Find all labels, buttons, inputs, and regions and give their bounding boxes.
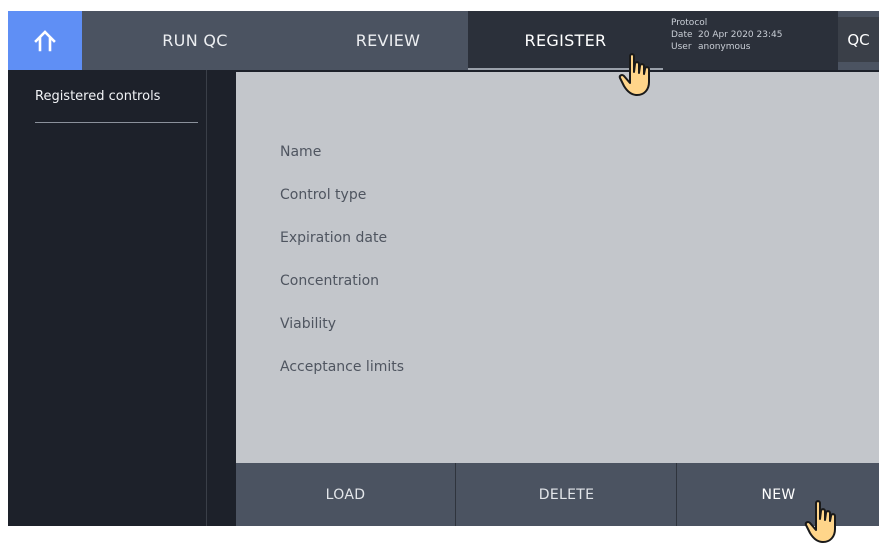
tab-run-qc[interactable]: RUN QC — [82, 11, 308, 70]
home-icon — [34, 29, 56, 51]
load-button[interactable]: LOAD — [236, 463, 455, 526]
sidebar: Registered controls — [8, 70, 206, 526]
sidebar-border — [206, 70, 207, 526]
delete-button[interactable]: DELETE — [455, 463, 677, 526]
sidebar-title: Registered controls — [35, 89, 161, 104]
user-label: User — [671, 42, 692, 52]
date-value: 20 Apr 2020 23:45 — [698, 30, 783, 40]
top-navigation-bar: RUN QC REVIEW REGISTER Protocol Date 20 … — [8, 11, 879, 70]
sidebar-divider — [35, 122, 198, 123]
tab-register[interactable]: REGISTER — [468, 11, 663, 70]
control-details-panel: Name Control type Expiration date Concen… — [236, 72, 879, 463]
protocol-label: Protocol — [671, 18, 708, 28]
protocol-info-panel: Protocol Date 20 Apr 2020 23:45 User ano… — [663, 11, 838, 70]
app-window: RUN QC REVIEW REGISTER Protocol Date 20 … — [8, 11, 879, 526]
date-label: Date — [671, 30, 693, 40]
action-bar: LOAD DELETE NEW — [236, 463, 879, 526]
field-label-control-type: Control type — [280, 187, 367, 203]
home-button[interactable] — [8, 11, 82, 70]
field-label-viability: Viability — [280, 316, 337, 332]
field-label-acceptance-limits: Acceptance limits — [280, 359, 405, 375]
field-label-name: Name — [280, 144, 322, 160]
field-label-concentration: Concentration — [280, 273, 380, 289]
new-button[interactable]: NEW — [676, 463, 879, 526]
qc-mode-button[interactable]: QC — [838, 17, 879, 62]
field-label-expiration-date: Expiration date — [280, 230, 388, 246]
tab-review[interactable]: REVIEW — [308, 11, 468, 70]
user-value: anonymous — [698, 42, 751, 52]
